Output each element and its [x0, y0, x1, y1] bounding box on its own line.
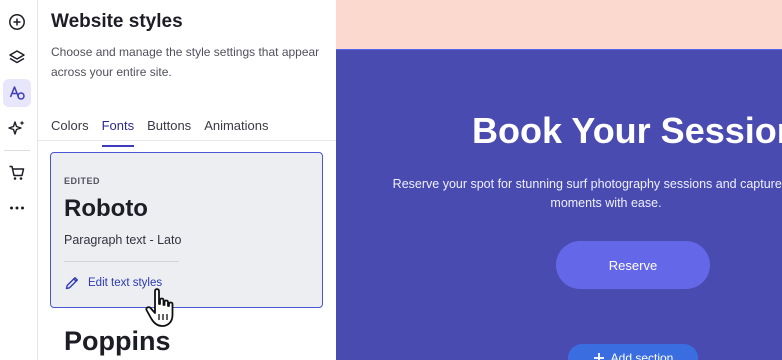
add-icon — [9, 14, 25, 30]
layers-button[interactable] — [3, 44, 31, 72]
more-button[interactable] — [3, 194, 31, 222]
ai-sparkle-icon — [8, 120, 25, 135]
tab-colors[interactable]: Colors — [51, 117, 89, 141]
panel-description: Choose and manage the style settings tha… — [51, 45, 320, 79]
rail-divider — [4, 150, 30, 151]
tab-animations[interactable]: Animations — [204, 117, 268, 141]
add-section-button[interactable]: Add section — [568, 344, 698, 360]
store-button[interactable] — [3, 159, 31, 187]
ai-button[interactable] — [3, 114, 31, 142]
add-button[interactable] — [3, 8, 31, 36]
layers-icon — [9, 50, 25, 64]
more-icon — [10, 206, 24, 210]
panel-title: Website styles — [51, 11, 183, 32]
tab-buttons[interactable]: Buttons — [147, 117, 191, 141]
site-canvas: Book Your Session Reserve your spot for … — [336, 0, 782, 360]
icon-rail — [0, 0, 38, 360]
styles-button[interactable] — [3, 79, 31, 107]
website-styles-panel: Website styles Choose and manage the sty… — [38, 0, 336, 360]
edited-badge: EDITED — [64, 176, 101, 186]
reserve-button[interactable]: Reserve — [556, 241, 710, 289]
add-section-label: Add section — [610, 351, 674, 360]
previous-section-band — [336, 0, 782, 49]
heading-font-name: Roboto — [64, 195, 148, 222]
font-pairing-card-selected[interactable]: EDITED Roboto Paragraph text - Lato Edit… — [50, 152, 323, 308]
booking-section[interactable]: Book Your Session Reserve your spot for … — [336, 49, 782, 360]
tabs-divider — [38, 140, 336, 141]
tab-fonts[interactable]: Fonts — [101, 117, 134, 147]
paragraph-font-label: Paragraph text - Lato — [64, 233, 182, 247]
plus-icon — [593, 353, 604, 360]
style-tabs: Colors Fonts Buttons Animations — [51, 117, 282, 147]
hero-description: Reserve your spot for stunning surf phot… — [392, 177, 782, 210]
hero-title: Book Your Session — [472, 110, 782, 151]
cart-icon — [9, 165, 25, 180]
hand-cursor-icon — [145, 288, 174, 327]
styles-icon — [9, 86, 25, 100]
card-divider — [64, 261, 179, 262]
pencil-icon — [65, 277, 78, 290]
